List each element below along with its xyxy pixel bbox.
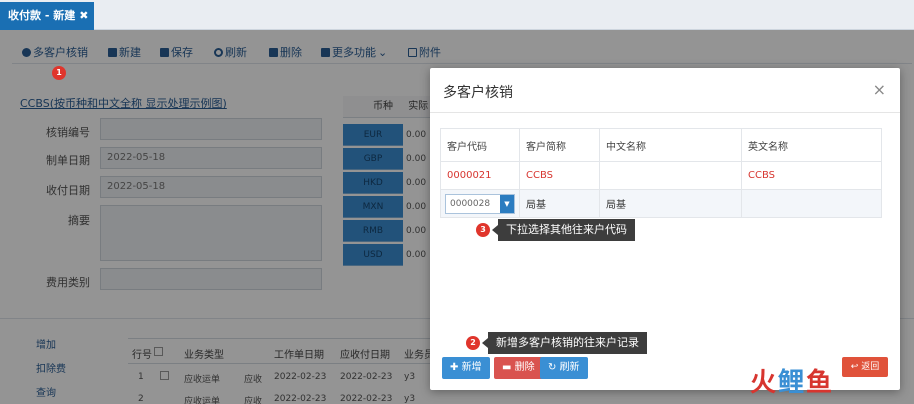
delete-row-button[interactable]: ▬ 删除 xyxy=(494,357,543,379)
col-header-code: 客户代码 xyxy=(440,128,520,162)
add-button[interactable]: ✚ 新增 xyxy=(442,357,490,379)
col-header-cn: 中文名称 xyxy=(599,128,742,162)
table-row[interactable]: 0000021 CCBS CCBS xyxy=(440,161,882,190)
cell-cn: 局基 xyxy=(599,189,742,218)
dialog-divider xyxy=(430,112,900,113)
cell-code: 0000021 xyxy=(440,161,520,190)
dialog-refresh-label: 刷新 xyxy=(559,362,580,373)
watermark-logo: 火鲤鱼 xyxy=(750,362,834,399)
return-button[interactable]: ↩ 返回 xyxy=(842,357,888,377)
watermark-char-1: 火 xyxy=(750,368,779,398)
annotation-tooltip-3: 下拉选择其他往来户代码 xyxy=(492,219,635,241)
cell-en xyxy=(741,189,882,218)
annotation-badge-2: 2 xyxy=(466,336,480,350)
customer-code-combobox[interactable]: 0000028 ▼ xyxy=(445,193,515,214)
tab-close-icon[interactable]: ✖ xyxy=(79,9,88,22)
delete-row-label: 删除 xyxy=(514,362,535,373)
minus-icon: ▬ xyxy=(502,362,515,373)
dropdown-arrow-icon[interactable]: ▼ xyxy=(500,194,514,213)
cell-short: 局基 xyxy=(519,189,600,218)
add-label: 新增 xyxy=(461,362,482,373)
annotation-badge-3: 3 xyxy=(476,223,490,237)
combobox-value: 0000028 xyxy=(450,198,491,209)
annotation-badge-1: 1 xyxy=(52,66,66,80)
cell-cn xyxy=(599,161,742,190)
tab-strip: 收付款 - 新建 ✖ xyxy=(0,0,914,30)
col-header-en: 英文名称 xyxy=(741,128,882,162)
plus-icon: ✚ xyxy=(450,362,462,373)
watermark-char-2: 鲤 xyxy=(778,368,807,398)
close-icon[interactable]: × xyxy=(873,80,886,99)
refresh-icon: ↻ xyxy=(548,362,560,373)
customer-table: 客户代码 客户简称 中文名称 英文名称 0000021 CCBS CCBS 00… xyxy=(440,128,882,218)
dialog-refresh-button[interactable]: ↻ 刷新 xyxy=(540,357,588,379)
table-header-row: 客户代码 客户简称 中文名称 英文名称 xyxy=(440,128,882,162)
cell-en: CCBS xyxy=(741,161,882,190)
tab-label: 收付款 - 新建 xyxy=(8,9,76,22)
table-row[interactable]: 0000028 ▼ 局基 局基 xyxy=(440,189,882,218)
tab-receipt-new[interactable]: 收付款 - 新建 ✖ xyxy=(0,2,94,30)
dialog-title: 多客户核销 xyxy=(443,85,513,101)
watermark-char-3: 鱼 xyxy=(806,368,835,398)
return-label: 返回 xyxy=(861,362,880,372)
cell-short: CCBS xyxy=(519,161,600,190)
col-header-short: 客户简称 xyxy=(519,128,600,162)
return-icon: ↩ xyxy=(850,362,862,372)
annotation-tooltip-2: 新增多客户核销的往来户记录 xyxy=(482,332,647,354)
